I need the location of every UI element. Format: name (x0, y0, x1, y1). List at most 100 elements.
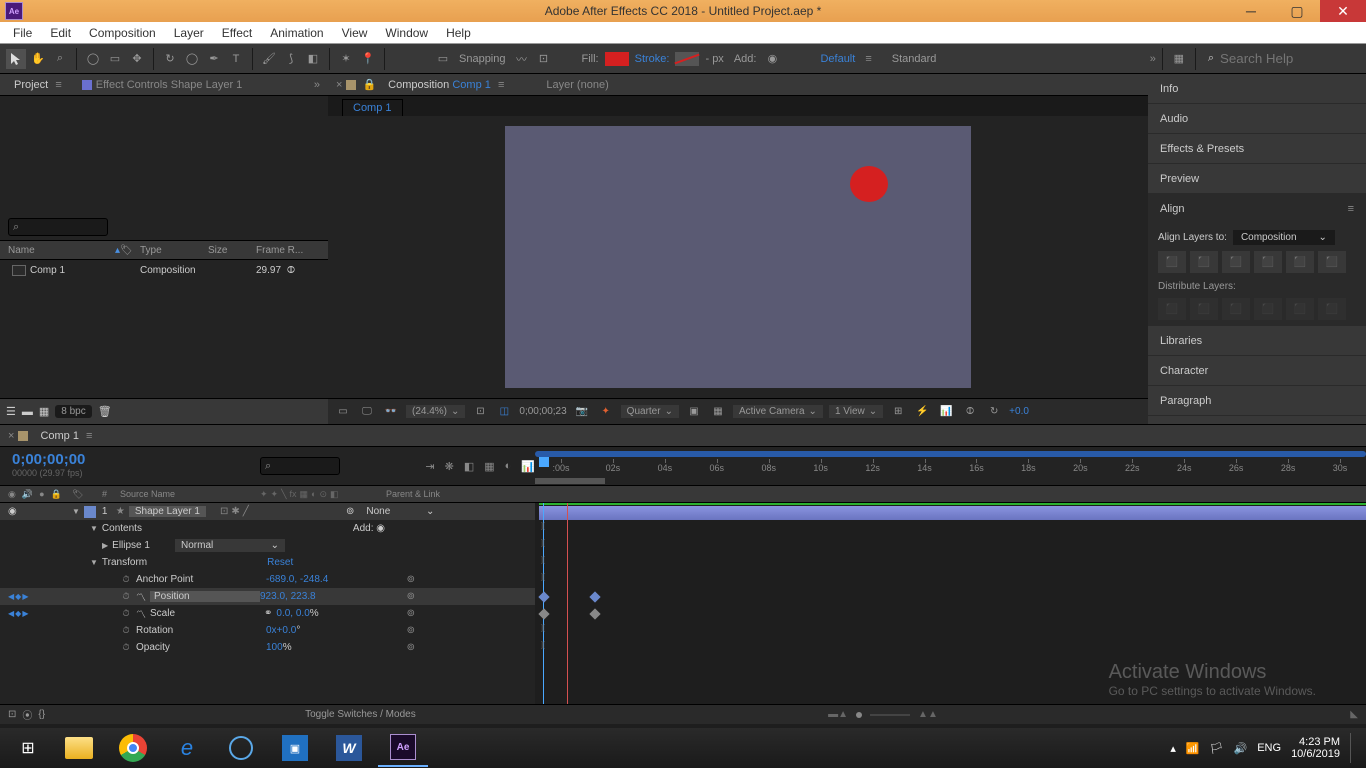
workspace-menu-icon[interactable]: ≡ (865, 53, 871, 65)
brush-tool-icon[interactable]: 🖌 (259, 49, 279, 69)
timeline-tab[interactable]: Comp 1 ≡ (34, 428, 98, 444)
tl-ft-2-icon[interactable]: ⦿ (22, 707, 32, 722)
transparency-icon[interactable]: ▦ (709, 403, 727, 421)
composition-canvas[interactable] (505, 126, 971, 388)
keyframe-position-1[interactable] (538, 591, 549, 602)
puppet-tool-icon[interactable]: 📍 (358, 49, 378, 69)
menu-layer[interactable]: Layer (165, 23, 213, 43)
rotation-row[interactable]: ⏱ Rotation 0x+0.0° ⊚ (0, 622, 535, 639)
minimize-button[interactable]: ─ (1228, 0, 1274, 22)
channel-icon[interactable]: ✦ (597, 403, 615, 421)
current-time-indicator[interactable] (543, 503, 544, 704)
source-name-header[interactable]: Source Name (120, 489, 260, 499)
menu-edit[interactable]: Edit (41, 23, 80, 43)
constrain-icon[interactable]: ⚭ (264, 608, 272, 619)
tl-ft-1-icon[interactable]: ⊡ (8, 709, 16, 720)
orbit-tool-icon[interactable]: ◯ (83, 49, 103, 69)
workspace-selector[interactable]: Default (820, 53, 855, 65)
add-arrow-icon[interactable]: ◉ (762, 49, 782, 69)
flag-icon[interactable]: 🏳 (1210, 742, 1224, 755)
menu-window[interactable]: Window (376, 23, 437, 43)
layer-tab[interactable]: Layer (none) (540, 77, 614, 93)
anchor-point-row[interactable]: ⏱ Anchor Point -689.0, -248.4 ⊚ (0, 571, 535, 588)
pixel-icon[interactable]: ⊞ (889, 403, 907, 421)
align-stroke-icon[interactable]: ▭ (433, 49, 453, 69)
volume-icon[interactable]: 🔊 (1234, 742, 1248, 755)
zoom-tool-icon[interactable]: ⌕ (50, 49, 70, 69)
ie-button[interactable]: e (162, 729, 212, 767)
snap-box-icon[interactable]: ⊡ (534, 49, 554, 69)
exposure-value[interactable]: +0.0 (1009, 406, 1029, 417)
expression-icon[interactable]: ⊚ (407, 574, 415, 585)
ellipse-row[interactable]: ▶ Ellipse 1 Normal⌄ (0, 537, 535, 554)
stopwatch-scale-icon[interactable]: ⏱ (120, 608, 132, 620)
language-indicator[interactable]: ENG (1257, 742, 1281, 754)
panel-character[interactable]: Character (1148, 356, 1366, 386)
home-icon[interactable]: ▦ (1169, 49, 1189, 69)
close-button[interactable]: ✕ (1320, 0, 1366, 22)
viewport[interactable] (328, 116, 1148, 398)
align-right-icon[interactable]: ⬛ (1222, 251, 1250, 273)
fill-label[interactable]: Fill: (582, 53, 599, 65)
layer-disclosure-icon[interactable]: ▼ (72, 507, 80, 516)
layer-row-1[interactable]: ◉ ▼ 1 ★ Shape Layer 1 ⊡✱╱ ⊚ None⌄ (0, 503, 535, 520)
start-button[interactable]: ⊞ (6, 729, 50, 767)
layer-eye-icon[interactable]: ◉ (8, 506, 17, 517)
menu-file[interactable]: File (4, 23, 41, 43)
rotate-tool-icon[interactable]: ↻ (160, 49, 180, 69)
tl-motion-blur-icon[interactable]: ◐ (505, 460, 512, 472)
current-timecode[interactable]: 0;00;00;00 (12, 451, 248, 468)
timeline-search-input[interactable]: ⌕ (260, 457, 340, 475)
panel-paragraph[interactable]: Paragraph (1148, 386, 1366, 416)
col-name[interactable]: Name▴ (0, 245, 120, 256)
next-kf-icon[interactable]: ▶ (22, 592, 28, 601)
position-row[interactable]: ◀◆▶ ⏱ 〽 Position 923.0, 223.8 ⊚ (0, 588, 535, 605)
menu-animation[interactable]: Animation (261, 23, 332, 43)
col-framerate[interactable]: Frame R... (256, 245, 328, 256)
interpret-icon[interactable]: ☰ (6, 405, 16, 418)
scroll-handle-icon[interactable]: ◣ (1350, 709, 1358, 720)
camera-selector[interactable]: Active Camera ⌄ (733, 405, 823, 418)
search-help-input[interactable] (1220, 51, 1360, 66)
col-type[interactable]: Type (140, 245, 208, 256)
roi-icon[interactable]: ▣ (685, 403, 703, 421)
stroke-px[interactable]: - px (705, 53, 723, 65)
align-bottom-icon[interactable]: ⬛ (1318, 251, 1346, 273)
snap-icon[interactable]: 〰 (512, 49, 532, 69)
reset-exp-icon[interactable]: ↻ (985, 403, 1003, 421)
stopwatch-active-icon[interactable]: ⏱ (120, 591, 132, 603)
playhead-line[interactable] (567, 503, 568, 704)
panel-audio[interactable]: Audio (1148, 104, 1366, 134)
flowchart-icon[interactable]: ⦷ (287, 265, 295, 276)
align-vcenter-icon[interactable]: ⬛ (1286, 251, 1314, 273)
wifi-icon[interactable]: 📶 (1186, 742, 1200, 755)
anchor-value[interactable]: -689.0, -248.4 (266, 574, 328, 585)
eraser-tool-icon[interactable]: ◧ (303, 49, 323, 69)
mask-icon[interactable]: 👓 (382, 403, 400, 421)
tray-up-icon[interactable]: ▴ (1170, 742, 1176, 755)
zoom-selector[interactable]: (24.4%) ⌄ (406, 405, 465, 418)
magnify-icon[interactable]: ▭ (334, 403, 352, 421)
pan-tool-icon[interactable]: ✥ (127, 49, 147, 69)
tl-draft3d-icon[interactable]: ◧ (464, 460, 474, 473)
shape-tool-icon[interactable]: ◯ (182, 49, 202, 69)
rotation-value[interactable]: 0x+0.0 (266, 625, 296, 636)
project-item-comp1[interactable]: Comp 1 Composition 29.97⦷ (0, 260, 328, 280)
text-tool-icon[interactable]: T (226, 49, 246, 69)
align-top-icon[interactable]: ⬛ (1254, 251, 1282, 273)
composition-tab[interactable]: Composition Comp 1 ≡ (382, 77, 510, 93)
stroke-label[interactable]: Stroke: (635, 53, 670, 65)
add-contents-icon[interactable]: ◉ (376, 523, 385, 534)
keyframe-scale-2[interactable] (589, 608, 600, 619)
align-left-icon[interactable]: ⬛ (1158, 251, 1186, 273)
grid-icon[interactable]: ⊡ (471, 403, 489, 421)
project-app-button[interactable]: ▣ (270, 729, 320, 767)
project-search-input[interactable]: ⌕ (8, 218, 108, 236)
shape-ellipse[interactable] (850, 166, 888, 202)
safe-icon[interactable]: ◫ (495, 403, 513, 421)
file-explorer-button[interactable] (54, 729, 104, 767)
selection-tool-icon[interactable] (6, 49, 26, 69)
stroke-swatch[interactable] (675, 52, 699, 66)
transform-row[interactable]: ▼ Transform Reset (0, 554, 535, 571)
cortana-button[interactable] (216, 729, 266, 767)
